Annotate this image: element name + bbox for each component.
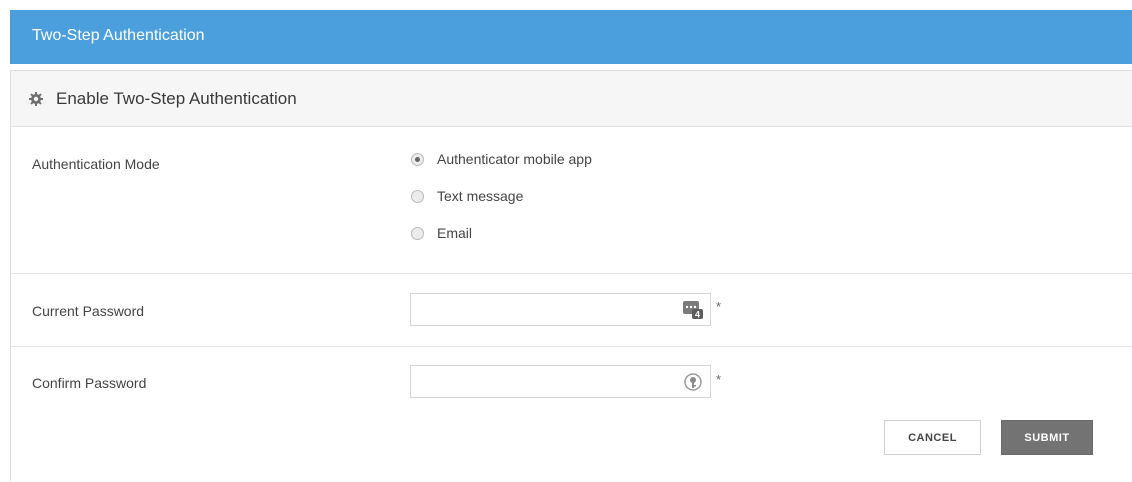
confirm-password-field[interactable] [410,365,711,398]
current-password-row: Current Password 4 * [11,273,1132,346]
radio-button[interactable] [411,226,424,240]
current-password-input[interactable] [411,294,687,325]
confirm-password-input[interactable] [411,366,687,397]
panel-header: Enable Two-Step Authentication [11,71,1132,127]
svg-text:4: 4 [695,310,700,320]
radio-button[interactable] [411,189,424,203]
radio-label: Text message [437,188,524,204]
current-password-label: Current Password [32,303,145,319]
confirm-password-label: Confirm Password [32,375,147,391]
radio-authenticator-app[interactable]: Authenticator mobile app [411,151,592,167]
required-mark: * [716,299,722,314]
radio-label: Email [437,225,473,241]
auth-mode-row: Authentication Mode Authenticator mobile… [11,127,1132,273]
two-step-panel: Enable Two-Step Authentication Authentic… [10,70,1132,481]
confirm-password-row: Confirm Password * [11,346,1132,482]
current-password-field[interactable]: 4 [410,293,711,326]
header-title: Two-Step Authentication [32,27,205,44]
page-header: Two-Step Authentication [10,10,1132,64]
radio-email[interactable]: Email [411,225,472,241]
submit-button[interactable]: SUBMIT [1001,420,1093,455]
radio-label: Authenticator mobile app [437,151,592,167]
cancel-button[interactable]: CANCEL [884,420,981,455]
radio-button[interactable] [411,152,424,166]
radio-text-message[interactable]: Text message [411,188,523,204]
auth-mode-label: Authentication Mode [32,156,160,172]
required-mark: * [716,372,722,387]
panel-title: Enable Two-Step Authentication [56,88,297,108]
gear-icon [29,91,43,106]
password-manager-icon[interactable]: 4 [682,300,704,320]
key-icon[interactable] [682,372,704,392]
